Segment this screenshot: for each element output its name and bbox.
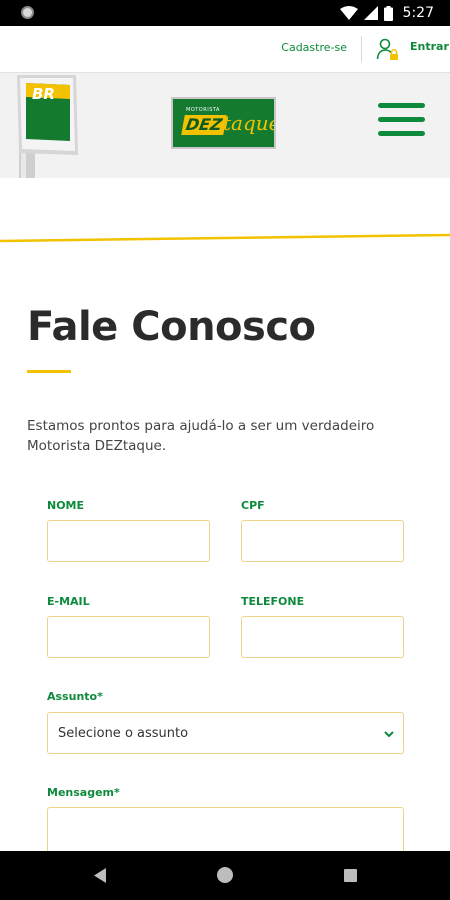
deztaque-logo[interactable]: MOTORISTA DEZ taque	[171, 97, 276, 149]
email-field[interactable]	[47, 616, 210, 658]
br-sign-text: BR	[32, 85, 55, 103]
name-field[interactable]	[47, 520, 210, 562]
page-title: Fale Conosco	[27, 304, 316, 350]
email-label: E-MAIL	[47, 595, 90, 608]
yellow-divider-line	[0, 233, 450, 243]
status-time: 5:27	[402, 5, 434, 21]
cpf-label: CPF	[241, 499, 265, 512]
subject-selected-value: Selecione o assunto	[58, 726, 189, 741]
back-icon[interactable]	[92, 867, 108, 884]
br-brand-sign[interactable]: BR	[14, 73, 84, 179]
home-icon[interactable]	[217, 867, 233, 883]
signal-icon	[363, 6, 378, 20]
battery-icon	[383, 5, 393, 21]
phone-label: TELEFONE	[241, 595, 305, 608]
subject-label: Assunto*	[47, 690, 103, 703]
main-content: Fale Conosco Estamos prontos para ajudá-…	[0, 178, 450, 851]
register-link[interactable]: Cadastre-se	[281, 41, 347, 54]
message-label: Mensagem*	[47, 786, 120, 799]
notification-icon	[21, 6, 34, 19]
site-header: BR MOTORISTA DEZ taque	[0, 72, 450, 179]
login-link[interactable]: Entrar	[410, 40, 449, 53]
status-bar: 5:27	[0, 0, 450, 26]
title-underline	[27, 370, 71, 373]
recents-icon[interactable]	[344, 869, 357, 882]
logo-small-text: MOTORISTA	[186, 107, 220, 113]
navigation-bar	[0, 851, 450, 900]
logo-taque: taque	[223, 111, 276, 135]
menu-bar-middle	[378, 117, 425, 122]
status-icons: 5:27	[339, 4, 434, 22]
message-field[interactable]	[47, 807, 404, 851]
user-lock-icon[interactable]	[376, 37, 400, 61]
logo-dez: DEZ	[181, 115, 227, 135]
phone-field[interactable]	[241, 616, 404, 658]
menu-bar-bottom	[378, 131, 425, 136]
name-label: NOME	[47, 499, 85, 512]
top-links-bar: Cadastre-se Entrar	[0, 26, 450, 72]
menu-bar-top	[378, 103, 425, 108]
chevron-down-icon	[384, 731, 394, 738]
wifi-icon	[339, 6, 358, 20]
subject-select[interactable]: Selecione o assunto	[47, 712, 404, 754]
intro-text: Estamos prontos para ajudá-lo a ser um v…	[27, 418, 375, 454]
cpf-field[interactable]	[241, 520, 404, 562]
hamburger-menu-icon[interactable]	[378, 103, 426, 139]
link-divider	[361, 36, 362, 62]
